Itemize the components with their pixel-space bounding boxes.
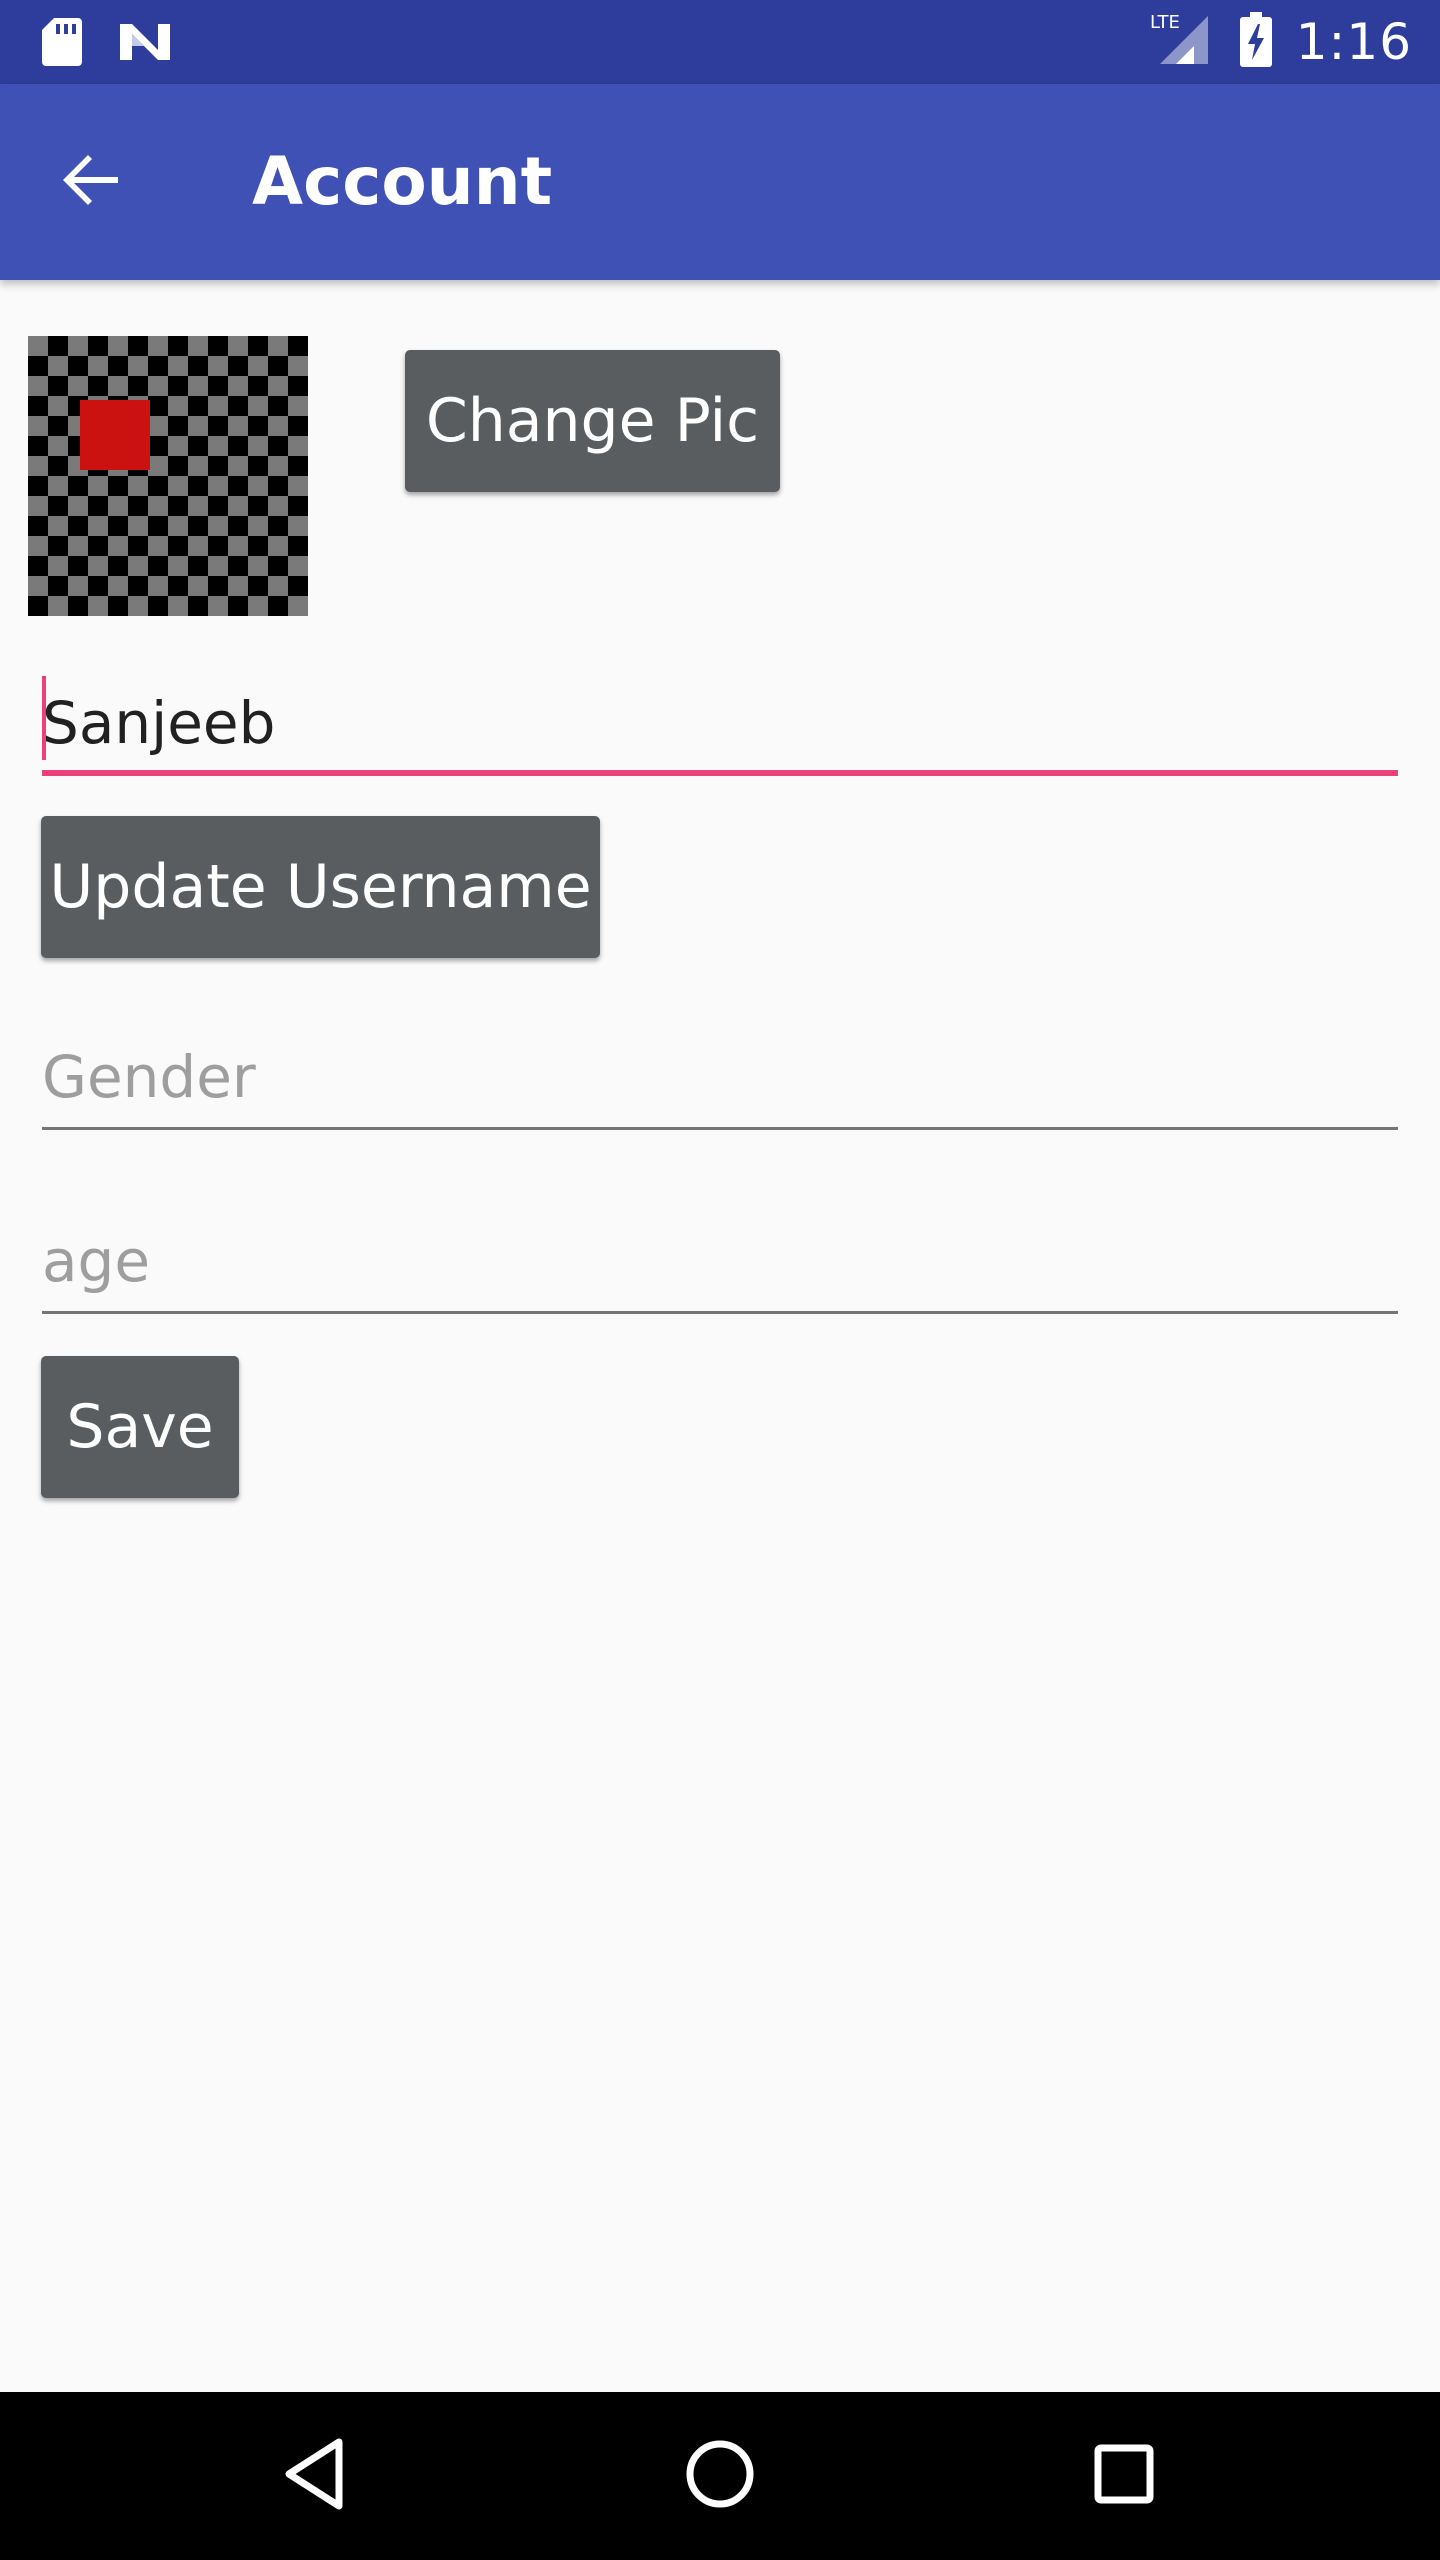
age-placeholder: age [42, 1227, 151, 1295]
nav-back-button[interactable] [266, 2426, 366, 2526]
recents-square-icon [1092, 2442, 1156, 2510]
gender-field[interactable]: Gender [42, 1030, 1398, 1130]
arrow-back-icon [60, 148, 124, 216]
n-logo-icon [118, 20, 172, 68]
sd-card-icon [40, 16, 84, 72]
navigation-bar [0, 2392, 1440, 2560]
status-left-icons [40, 16, 172, 72]
change-pic-button[interactable]: Change Pic [405, 350, 780, 492]
status-bar: LTE 1:16 [0, 0, 1440, 84]
status-right-icons: LTE 1:16 [1150, 10, 1412, 74]
username-underline [42, 770, 1398, 776]
status-time: 1:16 [1295, 13, 1412, 71]
age-underline [42, 1311, 1398, 1314]
profile-image [28, 336, 308, 616]
username-value: Sanjeeb [42, 689, 276, 757]
age-field[interactable]: age [42, 1214, 1398, 1314]
username-field[interactable]: Sanjeeb [42, 676, 1398, 776]
gender-placeholder: Gender [42, 1043, 256, 1111]
gender-underline [42, 1127, 1398, 1130]
battery-charging-icon [1238, 12, 1274, 72]
home-circle-icon [684, 2438, 756, 2514]
nav-recents-button[interactable] [1074, 2426, 1174, 2526]
svg-text:LTE: LTE [1150, 12, 1180, 33]
toolbar: Account [0, 84, 1440, 280]
save-button[interactable]: Save [41, 1356, 239, 1498]
back-triangle-icon [281, 2436, 351, 2516]
page-title: Account [252, 143, 553, 220]
back-button[interactable] [40, 130, 144, 234]
profile-image-marker [80, 400, 150, 470]
update-username-button[interactable]: Update Username [41, 816, 600, 958]
nav-home-button[interactable] [670, 2426, 770, 2526]
lte-signal-icon: LTE [1150, 12, 1216, 72]
